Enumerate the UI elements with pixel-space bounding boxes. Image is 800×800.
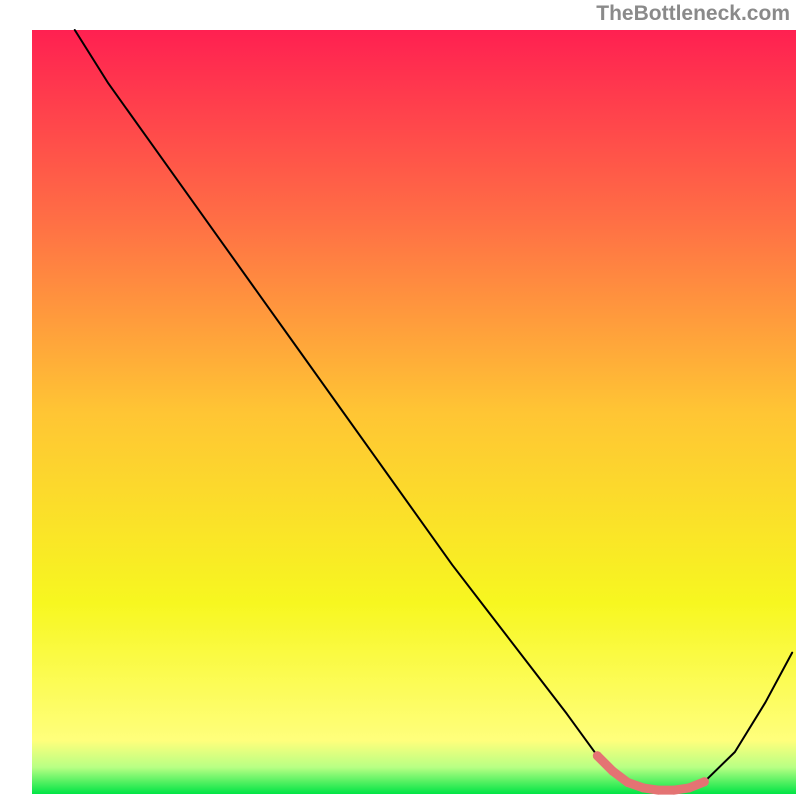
highlight-dot xyxy=(593,751,602,760)
highlight-dot xyxy=(623,778,632,787)
chart-container: { "attribution": "TheBottleneck.com", "c… xyxy=(0,0,800,800)
highlight-dot xyxy=(685,783,694,792)
highlight-dot xyxy=(639,783,648,792)
plot-background xyxy=(32,30,796,794)
highlight-dot xyxy=(669,786,678,795)
highlight-dot xyxy=(700,777,709,786)
highlight-dot xyxy=(608,767,617,776)
bottleneck-chart xyxy=(0,0,800,800)
highlight-dot xyxy=(654,786,663,795)
attribution-text: TheBottleneck.com xyxy=(596,2,790,26)
